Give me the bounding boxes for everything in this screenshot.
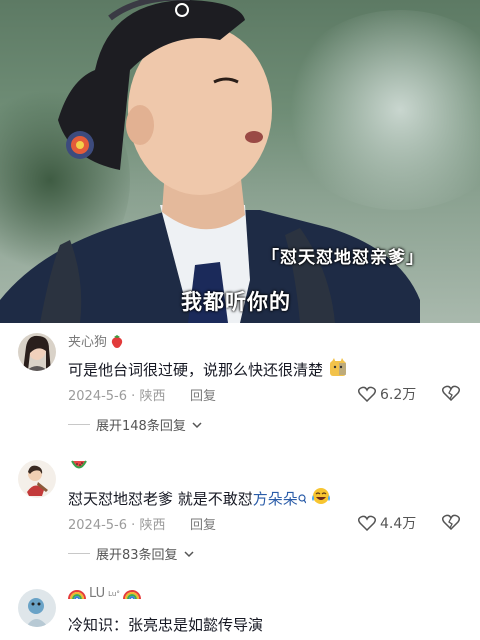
watermelon-icon — [71, 460, 87, 469]
comment-item: 夹心狗 可是他台词很过硬，说那么快还很清楚 2024-5-6 · 陕西 回复 6… — [0, 323, 480, 443]
search-icon[interactable] — [298, 494, 306, 506]
expand-label[interactable]: 展开83条回复 — [96, 544, 178, 563]
cat-emoji-icon — [329, 358, 346, 376]
comment-location: 陕西 — [139, 389, 166, 404]
comment-meta: 2024-5-6 · 陕西 — [68, 514, 165, 533]
rainbow-icon — [122, 589, 141, 599]
comment-date: 2024-5-6 — [68, 518, 128, 533]
video-subtitle: 我都听你的 — [181, 290, 291, 314]
avatar[interactable] — [18, 333, 56, 371]
crying-laugh-icon — [311, 488, 330, 504]
comment-text: 可是他台词很过硬，说那么快还很清楚 — [68, 357, 348, 380]
reply-button[interactable]: 回复 — [190, 514, 216, 533]
avatar[interactable] — [18, 460, 56, 498]
divider-line — [68, 553, 90, 554]
rainbow-icon — [68, 589, 86, 599]
like-button[interactable]: 4.4万 — [358, 513, 416, 533]
expand-label[interactable]: 展开148条回复 — [96, 415, 186, 434]
chevron-down-icon — [192, 421, 202, 428]
heart-icon — [358, 386, 376, 402]
meta-dot: · — [131, 389, 136, 404]
strawberry-icon — [111, 334, 123, 348]
dislike-button[interactable] — [441, 385, 461, 405]
comment-username[interactable]: LU Lu° — [68, 586, 141, 601]
mention-link[interactable]: 方朵朵 — [253, 490, 298, 508]
video-frame[interactable]: 「怼天怼地怼亲爹」 我都听你的 — [0, 0, 480, 323]
comment-username[interactable] — [68, 460, 87, 472]
broken-heart-icon — [441, 385, 461, 402]
comment-username[interactable]: 夹心狗 — [68, 331, 124, 350]
like-button[interactable]: 6.2万 — [358, 384, 416, 404]
username-text[interactable]: LU — [89, 586, 105, 601]
comment-text: 怼天怼地怼老爹 就是不敢怼方朵朵 — [68, 486, 331, 509]
username-text[interactable]: 夹心狗 — [68, 331, 107, 350]
comment-text: 冷知识：张亮忠是如懿传导演 — [68, 616, 264, 634]
username-superscript: Lu° — [108, 589, 120, 598]
video-scene — [0, 0, 420, 323]
comment-meta: 2024-5-6 · 陕西 — [68, 385, 165, 404]
meta-dot: · — [131, 518, 136, 533]
expand-replies-button[interactable]: 展开148条回复 — [68, 415, 202, 434]
comment-text-content: 怼天怼地怼老爹 就是不敢怼 — [68, 490, 253, 508]
comment-item: 怼天怼地怼老爹 就是不敢怼方朵朵 2024-5-6 · 陕西 回复 4.4万 展… — [0, 452, 480, 572]
like-count: 6.2万 — [380, 387, 417, 403]
like-count: 4.4万 — [380, 516, 417, 532]
comment-text-content: 可是他台词很过硬，说那么快还很清楚 — [68, 361, 324, 379]
video-caption-tag: 「怼天怼地怼亲爹」 — [262, 248, 424, 268]
dislike-button[interactable] — [441, 514, 461, 534]
comment-date: 2024-5-6 — [68, 389, 128, 404]
divider-line — [68, 424, 90, 425]
avatar[interactable] — [18, 589, 56, 627]
broken-heart-icon — [441, 514, 461, 531]
comment-item: LU Lu° 冷知识：张亮忠是如懿传导演 — [0, 580, 480, 640]
comment-location: 陕西 — [139, 518, 166, 533]
heart-icon — [358, 515, 376, 531]
reply-button[interactable]: 回复 — [190, 385, 216, 404]
expand-replies-button[interactable]: 展开83条回复 — [68, 544, 194, 563]
chevron-down-icon — [184, 550, 194, 557]
